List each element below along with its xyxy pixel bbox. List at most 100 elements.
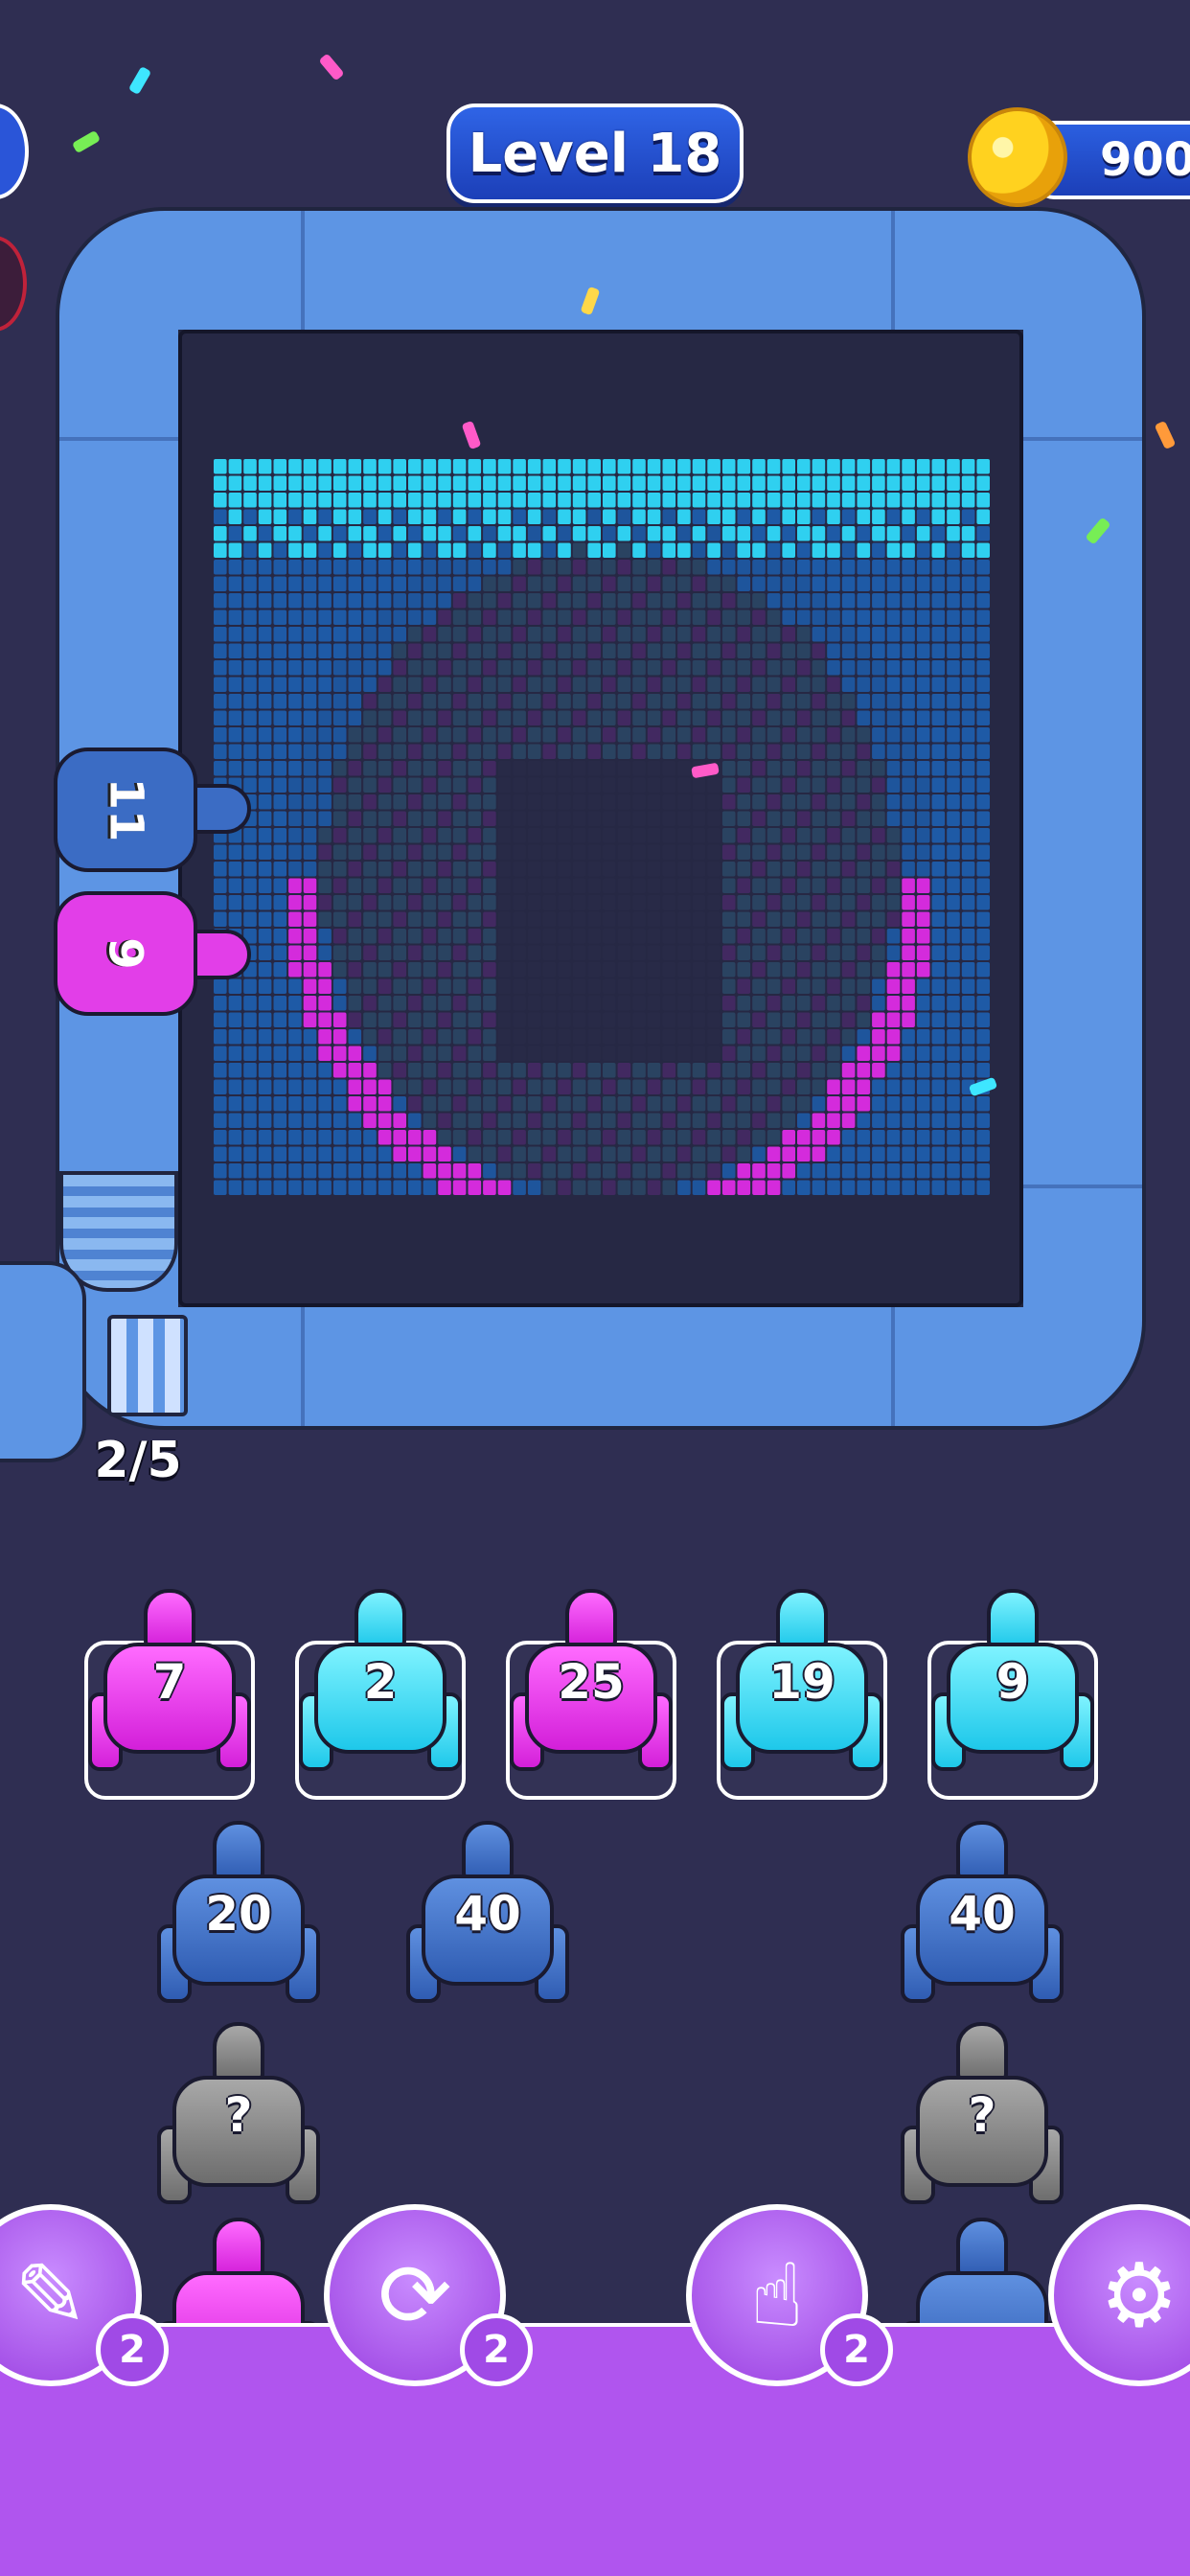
pixel-block (513, 1096, 526, 1112)
pixel-block (617, 878, 631, 893)
pixel-block (542, 593, 557, 609)
pixel-block (782, 844, 795, 860)
pixel-block (273, 828, 287, 843)
pixel-block (857, 610, 871, 625)
side-menu-button[interactable] (0, 104, 29, 199)
pixel-block (393, 677, 406, 692)
pixel-block (558, 509, 571, 524)
pixel-block (378, 677, 392, 692)
pixel-block (527, 911, 541, 927)
pixel-block (468, 828, 482, 843)
pixel-block (558, 744, 571, 759)
pixel-block (497, 962, 512, 978)
pixel-block (468, 1180, 482, 1195)
pixel-block (332, 475, 347, 491)
tank-blue[interactable]: 40 (406, 1817, 569, 2009)
pixel-block (647, 794, 661, 810)
pixel-block (961, 694, 975, 709)
tank-cyan[interactable]: 19 (721, 1585, 883, 1777)
pixel-block (258, 560, 272, 575)
pixel-block (916, 962, 930, 978)
pixel-block (452, 526, 467, 541)
pixel-block (976, 509, 990, 524)
pixel-block (228, 627, 242, 642)
pipe-joint (301, 211, 305, 330)
pixel-block (916, 1029, 930, 1045)
pixel-block (258, 862, 272, 877)
pixel-block (872, 777, 885, 793)
pixel-block (812, 643, 826, 658)
pixel-block (452, 844, 467, 860)
pixel-block (931, 929, 946, 944)
pixel-block (797, 978, 811, 994)
pixel-block (976, 862, 990, 877)
tank-magenta[interactable]: 25 (510, 1585, 673, 1777)
pixel-block (513, 1079, 526, 1094)
tank-hidden[interactable]: ? (901, 2018, 1064, 2210)
pixel-block (857, 459, 871, 474)
pixel-block (603, 694, 616, 709)
pixel-block (332, 1163, 347, 1179)
pixel-block (273, 878, 287, 893)
pixel-block (767, 996, 781, 1011)
pixel-block (288, 627, 302, 642)
side-event-button[interactable] (0, 236, 27, 332)
confetti (318, 53, 345, 81)
pixel-block (737, 1012, 751, 1027)
pixel-block (318, 509, 332, 524)
pixel-block (214, 978, 227, 994)
pixel-block (872, 576, 885, 591)
pixel-block (438, 526, 451, 541)
pixel-block (752, 493, 766, 508)
pixel-block (931, 694, 946, 709)
pixel-block (348, 1012, 362, 1027)
pixel-block (961, 710, 975, 725)
pixel-block (647, 761, 661, 776)
pixel-block (737, 1130, 751, 1145)
pixel-block (348, 576, 362, 591)
pixel-block (617, 1163, 631, 1179)
tank-blue[interactable]: 40 (901, 1817, 1064, 2009)
pixel-block (797, 945, 811, 960)
pixel-block (737, 727, 751, 743)
tank-magenta[interactable]: 7 (88, 1585, 251, 1777)
pixel-block (782, 610, 795, 625)
pixel-block (332, 593, 347, 609)
pixel-block (872, 1180, 885, 1195)
pixel-block (737, 878, 751, 893)
pixel-block (273, 1096, 287, 1112)
pixel-block (468, 677, 482, 692)
pixel-block (258, 493, 272, 508)
pixel-block (258, 895, 272, 910)
tank-blue[interactable]: 20 (157, 1817, 320, 2009)
pixel-block (976, 560, 990, 575)
pixel-block (827, 509, 840, 524)
pixel-block (497, 844, 512, 860)
pixel-block (587, 475, 601, 491)
pixel-block (408, 862, 422, 877)
pixel-block (332, 509, 347, 524)
pixel-block (452, 727, 467, 743)
pixel-block (303, 542, 317, 558)
pixel-block (542, 576, 557, 591)
shooter-blue[interactable]: 11 (54, 748, 197, 872)
pixel-block (408, 1029, 422, 1045)
tank-hidden[interactable]: ? (157, 2018, 320, 2210)
pixel-block (767, 878, 781, 893)
pixel-block (617, 459, 631, 474)
pixel-block (348, 962, 362, 978)
pixel-block (513, 627, 526, 642)
pixel-block (452, 1063, 467, 1078)
tank-cyan[interactable]: 9 (931, 1585, 1094, 1777)
pixel-block (393, 493, 406, 508)
pixel-block (318, 493, 332, 508)
pixel-block (332, 459, 347, 474)
pixel-block (288, 1163, 302, 1179)
shooter-magenta[interactable]: 9 (54, 891, 197, 1016)
robot-icon: ⚙ (1099, 2243, 1179, 2347)
pixel-block (393, 694, 406, 709)
pixel-block (721, 1146, 736, 1162)
pixel-block (827, 911, 840, 927)
tank-cyan[interactable]: 2 (299, 1585, 462, 1777)
pixel-block (348, 1063, 362, 1078)
